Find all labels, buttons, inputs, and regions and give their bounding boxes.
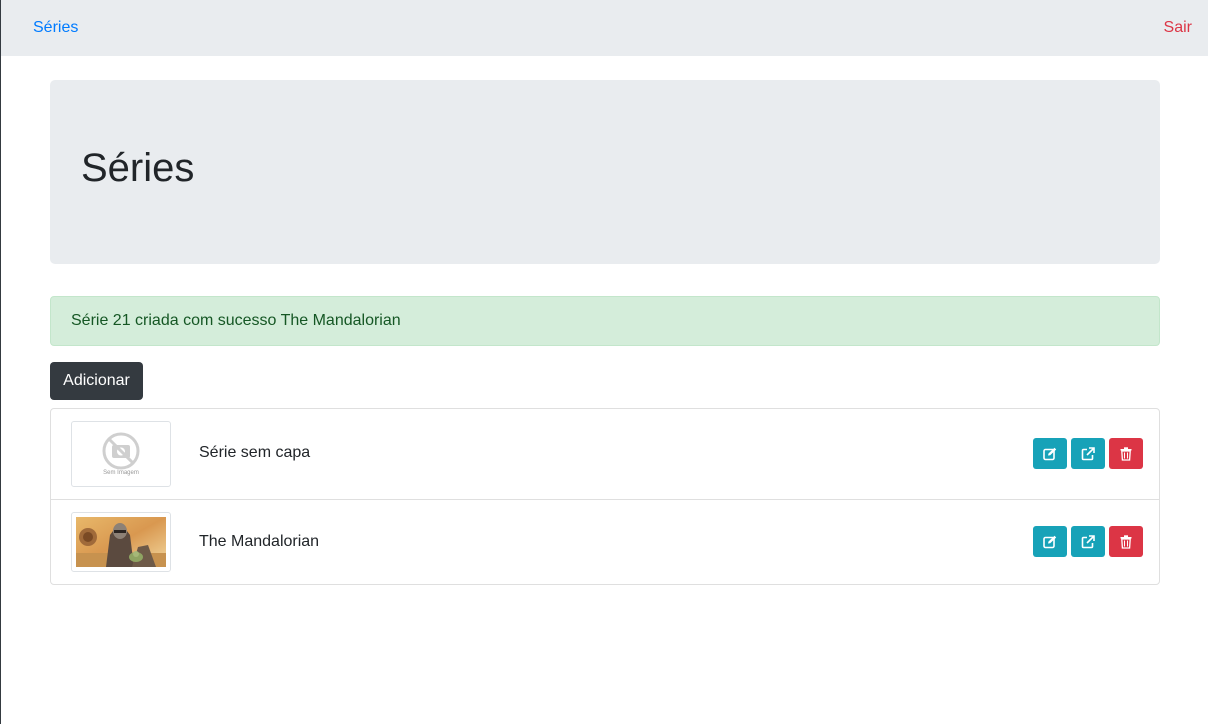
list-item: The Mandalorian bbox=[51, 500, 1159, 584]
top-navbar: Séries Sair bbox=[1, 0, 1208, 56]
open-button[interactable] bbox=[1071, 438, 1105, 469]
page-header: Séries bbox=[50, 80, 1160, 264]
series-cover-image bbox=[76, 517, 166, 567]
open-button[interactable] bbox=[1071, 526, 1105, 557]
series-thumbnail bbox=[71, 512, 171, 572]
edit-button[interactable] bbox=[1033, 438, 1067, 469]
nav-series-link[interactable]: Séries bbox=[33, 19, 78, 37]
external-link-icon bbox=[1081, 446, 1095, 460]
external-link-icon bbox=[1081, 534, 1095, 548]
series-thumbnail: Sem Imagem bbox=[71, 421, 171, 487]
success-alert: Série 21 criada com sucesso The Mandalor… bbox=[50, 296, 1160, 346]
add-series-button[interactable]: Adicionar bbox=[50, 362, 143, 400]
edit-button[interactable] bbox=[1033, 526, 1067, 557]
delete-button[interactable] bbox=[1109, 526, 1143, 557]
no-image-icon bbox=[102, 432, 140, 470]
series-title: The Mandalorian bbox=[199, 533, 320, 550]
delete-button[interactable] bbox=[1109, 438, 1143, 469]
series-title: Série sem capa bbox=[199, 444, 311, 461]
edit-icon bbox=[1043, 535, 1057, 548]
page-title: Séries bbox=[81, 146, 195, 190]
edit-icon bbox=[1043, 447, 1057, 460]
no-image-label: Sem Imagem bbox=[103, 470, 139, 476]
trash-icon bbox=[1120, 534, 1132, 549]
window-edge bbox=[0, 0, 1, 724]
list-item: Sem Imagem Série sem capa bbox=[51, 409, 1159, 500]
trash-icon bbox=[1120, 446, 1132, 461]
series-list: Sem Imagem Série sem capa The Mandaloria… bbox=[50, 408, 1160, 585]
logout-link[interactable]: Sair bbox=[1164, 19, 1192, 37]
